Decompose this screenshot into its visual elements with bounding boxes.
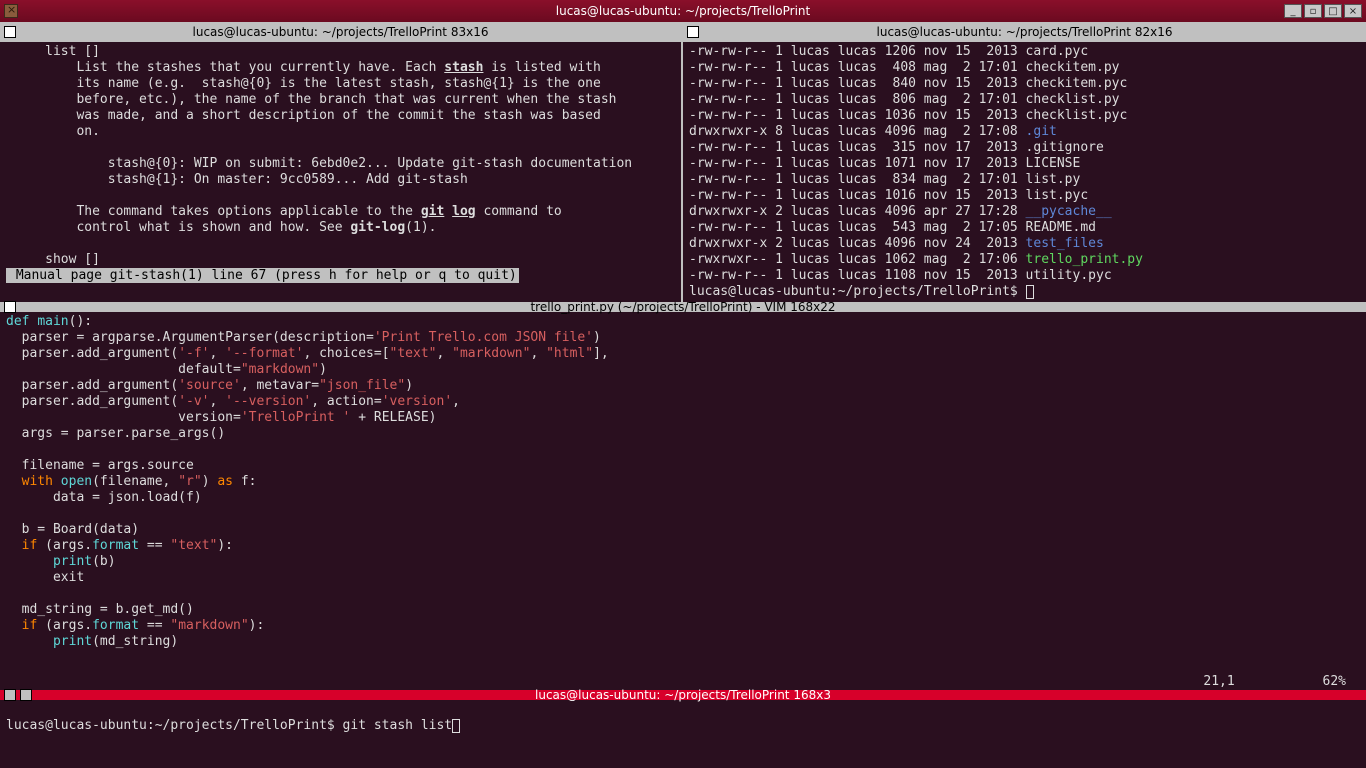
vim-title-bar: trello_print.py (~/projects/TrelloPrint)…	[0, 302, 1366, 312]
window-titlebar: lucas@lucas-ubuntu: ~/projects/TrelloPri…	[0, 0, 1366, 22]
restore-button[interactable]: ▫	[1304, 4, 1322, 18]
pane-title: lucas@lucas-ubuntu: ~/projects/TrelloPri…	[193, 25, 489, 39]
bottom-pane-title: lucas@lucas-ubuntu: ~/projects/TrelloPri…	[535, 688, 831, 702]
shell-cursor	[452, 719, 460, 733]
active-pane-title-bar: lucas@lucas-ubuntu: ~/projects/TrelloPri…	[0, 690, 1366, 700]
ls-pane[interactable]: lucas@lucas-ubuntu: ~/projects/TrelloPri…	[683, 22, 1366, 302]
minimize-button[interactable]: _	[1284, 4, 1302, 18]
vim-pane[interactable]: def main(): parser = argparse.ArgumentPa…	[0, 312, 1366, 690]
shell-prompt: lucas@lucas-ubuntu:~/projects/TrelloPrin…	[6, 718, 343, 733]
vim-content: def main(): parser = argparse.ArgumentPa…	[0, 312, 1366, 674]
close-button[interactable]: ×	[1344, 4, 1362, 18]
maximize-button[interactable]: □	[1324, 4, 1342, 18]
pane-title: lucas@lucas-ubuntu: ~/projects/TrelloPri…	[877, 25, 1173, 39]
shell-content: lucas@lucas-ubuntu:~/projects/TrelloPrin…	[0, 700, 1366, 768]
vim-cursor-pos: 21,1	[1203, 674, 1234, 689]
pane-header: lucas@lucas-ubuntu: ~/projects/TrelloPri…	[683, 22, 1366, 42]
vim-percent: 62%	[1323, 674, 1346, 689]
shell-command: git stash list	[343, 718, 453, 733]
layout-icon[interactable]	[4, 26, 16, 38]
man-content: list [] List the stashes that you curren…	[0, 42, 681, 302]
man-page-pane[interactable]: lucas@lucas-ubuntu: ~/projects/TrelloPri…	[0, 22, 683, 302]
ls-content: -rw-rw-r-- 1 lucas lucas 1206 nov 15 201…	[683, 42, 1366, 302]
layout-icon[interactable]	[4, 301, 16, 313]
window-close-button[interactable]	[4, 4, 18, 18]
layout-icon[interactable]	[20, 689, 32, 701]
layout-icon[interactable]	[4, 689, 16, 701]
window-title: lucas@lucas-ubuntu: ~/projects/TrelloPri…	[556, 4, 811, 18]
shell-pane[interactable]: lucas@lucas-ubuntu:~/projects/TrelloPrin…	[0, 700, 1366, 768]
vim-title: trello_print.py (~/projects/TrelloPrint)…	[530, 300, 835, 314]
window-controls: _ ▫ □ ×	[1284, 4, 1362, 18]
layout-icon[interactable]	[687, 26, 699, 38]
pane-header: lucas@lucas-ubuntu: ~/projects/TrelloPri…	[0, 22, 681, 42]
